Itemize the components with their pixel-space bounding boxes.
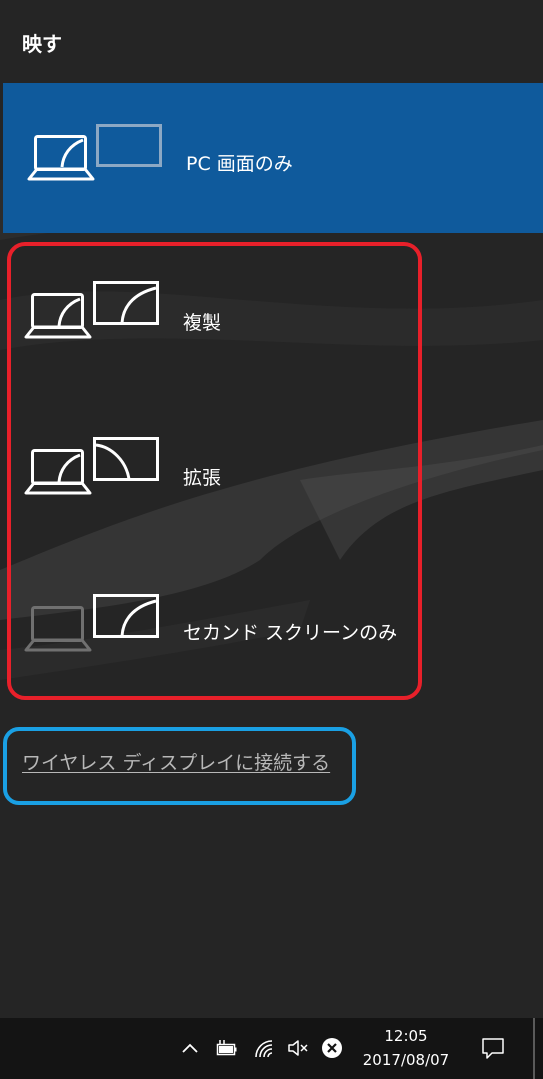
action-center-icon <box>482 1038 504 1059</box>
option-extend[interactable]: 拡張 <box>0 395 543 545</box>
option-label: 拡張 <box>183 467 222 489</box>
project-panel: 映す PC 画面のみ 複製 拡張 セカンド スクリーンのみ ワイヤレス ディスプ… <box>0 0 543 1018</box>
chevron-up-icon <box>182 1043 198 1053</box>
option-duplicate[interactable]: 複製 <box>0 240 543 390</box>
duplicate-icon <box>24 281 159 339</box>
show-desktop-divider[interactable] <box>533 1018 535 1079</box>
volume-button[interactable] <box>284 1030 312 1066</box>
network-button[interactable] <box>250 1030 278 1066</box>
option-second-screen-only[interactable]: セカンド スクリーンのみ <box>0 552 543 702</box>
taskbar: 12:05 2017/08/07 <box>0 1018 543 1079</box>
battery-button[interactable] <box>212 1030 240 1066</box>
show-hidden-icons-button[interactable] <box>178 1030 202 1066</box>
option-label: PC 画面のみ <box>186 153 293 175</box>
option-label: セカンド スクリーンのみ <box>183 622 398 644</box>
option-pc-screen-only[interactable]: PC 画面のみ <box>3 83 543 233</box>
extend-icon <box>24 437 159 495</box>
clock-time: 12:05 <box>384 1027 428 1045</box>
taskbar-clock[interactable]: 12:05 2017/08/07 <box>350 1024 462 1072</box>
action-center-button[interactable] <box>478 1030 508 1066</box>
option-label: 複製 <box>183 312 222 334</box>
notification-status-button[interactable] <box>318 1030 346 1066</box>
panel-title: 映す <box>22 32 62 56</box>
pc-screen-only-icon <box>27 124 162 181</box>
connect-wireless-display-link[interactable]: ワイヤレス ディスプレイに接続する <box>22 748 330 775</box>
close-circle-icon <box>322 1038 342 1058</box>
battery-icon <box>216 1040 237 1056</box>
wifi-icon <box>255 1040 273 1058</box>
second-screen-only-icon <box>24 594 159 652</box>
volume-muted-icon <box>288 1040 308 1056</box>
clock-date: 2017/08/07 <box>362 1051 450 1069</box>
